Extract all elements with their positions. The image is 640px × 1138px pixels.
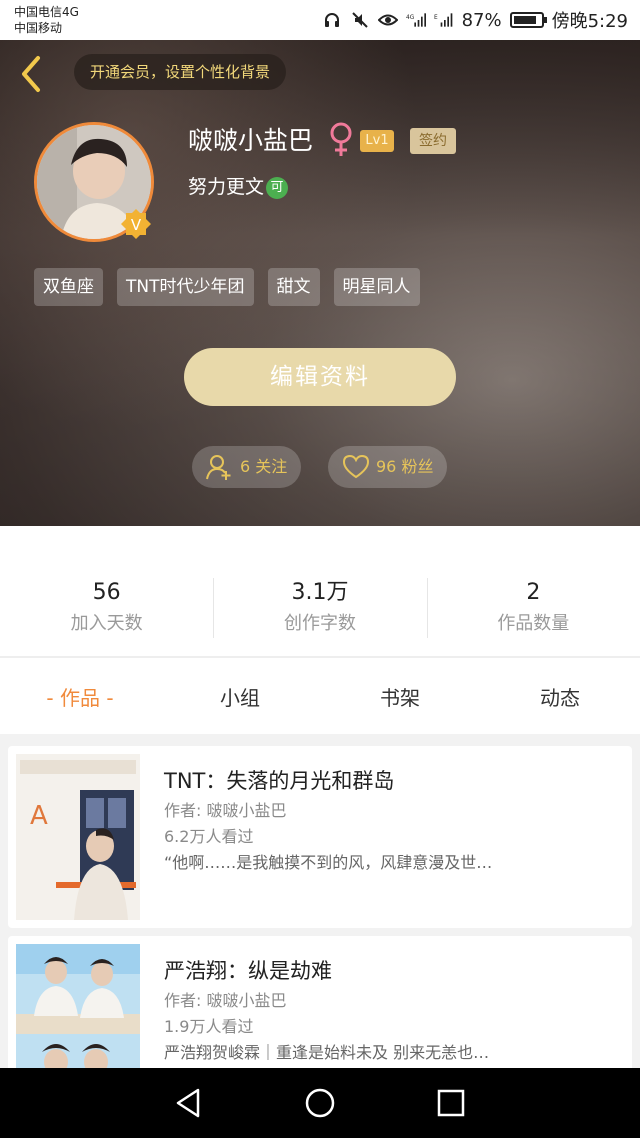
tab-groups[interactable]: 小组	[160, 678, 320, 718]
book-author: 作者: 啵啵小盐巴	[164, 991, 287, 1010]
carrier-info: 中国电信4G 中国移动	[14, 4, 79, 36]
motto-text: 努力更文	[188, 176, 265, 198]
stat-value: 3.1万	[291, 580, 349, 605]
svg-text:4G: 4G	[406, 15, 415, 21]
status-bar: 中国电信4G 中国移动 4G E 87% 傍晚5:29	[0, 0, 640, 40]
divider	[0, 656, 640, 658]
tag-list: 双鱼座 TNT时代少年团 甜文 明星同人	[34, 268, 420, 306]
stat-word-count: 3.1万 创作字数	[213, 578, 426, 640]
stat-value: 2	[526, 580, 541, 605]
book-cover: A	[16, 754, 140, 920]
edit-profile-button[interactable]: 编辑资料	[184, 348, 456, 406]
circle-home-icon	[305, 1088, 335, 1118]
svg-text:E: E	[434, 15, 438, 21]
fans-button[interactable]: 96 粉丝	[328, 446, 448, 488]
clock: 傍晚5:29	[551, 11, 628, 32]
triangle-back-icon	[176, 1088, 200, 1118]
following-count: 6 关注	[240, 457, 288, 476]
username: 啵啵小盐巴	[188, 126, 314, 155]
tab-works[interactable]: - 作品 -	[0, 678, 160, 718]
tag-item[interactable]: 双鱼座	[34, 268, 103, 306]
vip-background-prompt[interactable]: 开通会员，设置个性化背景	[74, 54, 287, 90]
stat-works-count: 2 作品数量	[426, 578, 640, 640]
verified-badge: V	[120, 208, 152, 240]
tag-item[interactable]: TNT时代少年团	[117, 268, 254, 306]
fans-count: 96 粉丝	[376, 457, 434, 476]
profile-header: 开通会员，设置个性化背景 V 啵啵小盐巴 Lv1 签约 努力更文可 双鱼座 TN…	[0, 40, 640, 526]
stat-join-days: 56 加入天数	[0, 578, 213, 640]
book-description: “他啊……是我触摸不到的风，风肆意漫及世…	[164, 853, 493, 872]
tag-item[interactable]: 甜文	[267, 268, 320, 306]
nav-home-button[interactable]	[301, 1084, 339, 1122]
signed-author-badge: 签约	[410, 128, 456, 154]
book-author: 作者: 啵啵小盐巴	[164, 801, 287, 820]
profile-tabs: - 作品 - 小组 书架 动态	[0, 678, 640, 718]
book-card[interactable]: A TNT：失落的月光和群岛 作者: 啵啵小盐巴 6.2万人看过 “他啊……是我…	[8, 746, 632, 928]
add-user-icon	[206, 455, 231, 480]
stat-label: 作品数量	[497, 613, 570, 634]
battery-level	[513, 16, 537, 24]
signal-e-icon: E	[434, 10, 454, 30]
female-icon	[328, 122, 354, 158]
battery-percent: 87%	[461, 9, 502, 31]
headphones-icon	[322, 10, 342, 30]
carrier-line-2: 中国移动	[14, 21, 63, 35]
signal-4g-icon: 4G	[406, 10, 426, 30]
motto-badge: 可	[266, 177, 289, 199]
stat-value: 56	[92, 580, 121, 605]
tab-bookshelf[interactable]: 书架	[320, 678, 480, 718]
eye-icon	[377, 10, 398, 30]
status-icons: 4G E 87% 傍晚5:29	[322, 8, 628, 32]
stat-label: 加入天数	[70, 613, 143, 634]
tab-activity[interactable]: 动态	[480, 678, 640, 718]
user-motto: 努力更文可	[188, 174, 289, 200]
book-title: TNT：失落的月光和群岛	[164, 769, 395, 793]
stat-label: 创作字数	[283, 613, 356, 634]
author-stats: 56 加入天数 3.1万 创作字数 2 作品数量	[0, 578, 640, 640]
book-title: 严浩翔：纵是劫难	[164, 959, 332, 983]
chevron-left-icon	[22, 56, 40, 92]
book-cover-image: A	[16, 754, 140, 920]
battery-icon	[509, 12, 547, 28]
back-button[interactable]	[16, 54, 48, 94]
book-views: 1.9万人看过	[164, 1017, 254, 1036]
nav-recents-button[interactable]	[432, 1084, 470, 1122]
tag-item[interactable]: 明星同人	[333, 268, 420, 306]
book-description: 严浩翔贺峻霖｜重逢是始料未及 别来无恙也…	[164, 1043, 490, 1062]
following-button[interactable]: 6 关注	[192, 446, 302, 488]
mute-icon	[350, 10, 370, 30]
square-recents-icon	[437, 1089, 465, 1117]
nav-back-button[interactable]	[170, 1084, 208, 1122]
heart-icon	[342, 454, 370, 479]
verified-badge-label: V	[131, 216, 142, 234]
level-badge: Lv1	[360, 130, 394, 152]
book-views: 6.2万人看过	[164, 827, 254, 846]
system-nav-bar	[0, 1068, 640, 1138]
carrier-line-1: 中国电信4G	[14, 5, 79, 19]
svg-text:A: A	[30, 801, 48, 831]
